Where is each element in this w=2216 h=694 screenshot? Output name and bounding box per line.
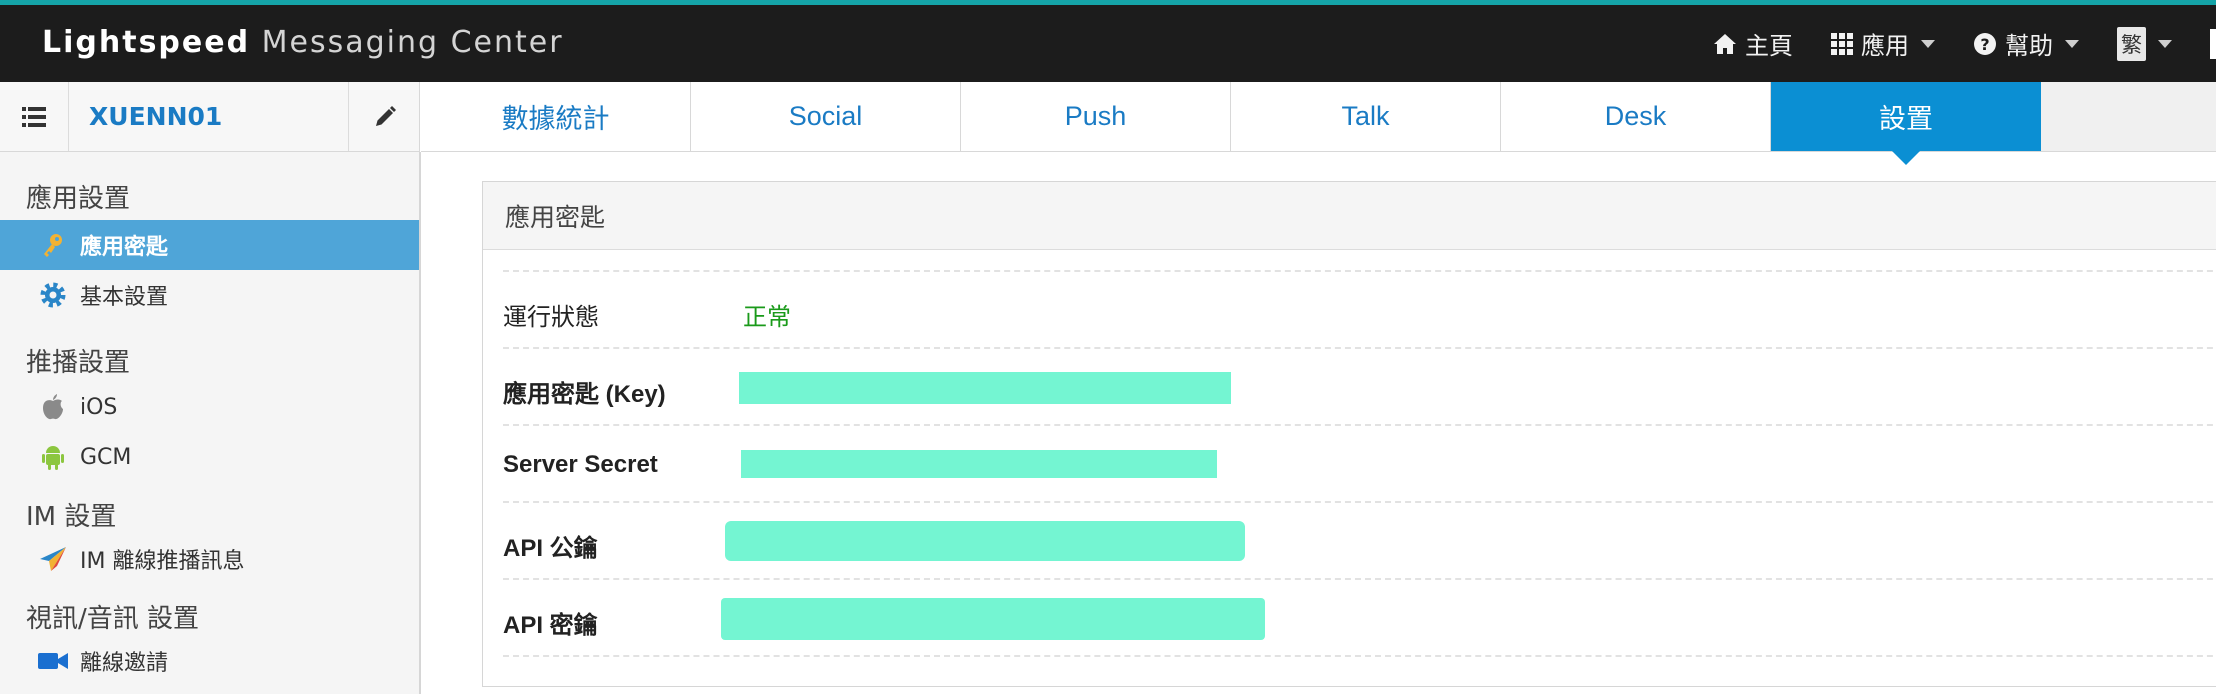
grid-icon (1831, 32, 1853, 55)
sidebar-item-gcm[interactable]: GCM (0, 432, 419, 482)
video-camera-icon (38, 646, 68, 676)
panel-title: 應用密匙 (483, 182, 2216, 250)
redaction-mask (741, 450, 1217, 478)
chevron-down-icon (2065, 39, 2079, 48)
nav-home-label: 主頁 (1745, 32, 1793, 60)
nav-language[interactable]: 繁 (2117, 26, 2172, 61)
nav-help-label: 幫助 (2005, 32, 2053, 60)
language-label: 繁 (2117, 26, 2146, 61)
row-label: API 密鑰 (503, 612, 598, 639)
detail-row-status: 運行狀態 正常 (503, 272, 2216, 349)
sidebar-item-ios[interactable]: iOS (0, 382, 419, 432)
apple-icon (38, 392, 68, 422)
edit-app-button[interactable] (348, 82, 421, 151)
app-key-panel: 應用密匙 運行狀態 正常 應用密匙 (Key) Server Secret AP… (482, 181, 2216, 687)
android-icon (38, 442, 68, 472)
app-key-details: 運行狀態 正常 應用密匙 (Key) Server Secret API 公鑰 … (503, 270, 2216, 657)
sidebar-item-label: 應用密匙 (80, 235, 169, 260)
status-value: 正常 (743, 303, 791, 331)
sidebar-item-label: GCM (80, 444, 132, 470)
top-navbar: Lightspeed Messaging Center 主頁 應用 ? 幫助 繁 (0, 0, 2216, 82)
tab-talk[interactable]: Talk (1231, 82, 1501, 151)
row-label: 運行狀態 (503, 304, 599, 331)
sidebar-item-label: iOS (80, 394, 118, 420)
top-nav-menu: 主頁 應用 ? 幫助 繁 (1713, 5, 2216, 82)
sidebar-section-video-audio-settings: 視訊/音訊 設置 (26, 604, 200, 634)
svg-text:?: ? (1980, 35, 1989, 54)
redaction-mask (739, 372, 1231, 404)
paper-plane-icon (38, 544, 68, 574)
tab-settings[interactable]: 設置 (1771, 82, 2041, 165)
question-circle-icon: ? (1974, 32, 1996, 55)
sidebar-section-push-settings: 推播設置 (26, 348, 131, 378)
main-tabs: 數據統計 Social Push Talk Desk 設置 (421, 82, 2216, 165)
tab-statistics[interactable]: 數據統計 (421, 82, 691, 151)
tab-social[interactable]: Social (691, 82, 961, 151)
chevron-down-icon (2158, 39, 2172, 48)
sidebar-item-label: 基本設置 (80, 285, 169, 310)
redaction-mask (725, 521, 1245, 561)
row-label: API 公鑰 (503, 535, 598, 562)
list-icon (22, 106, 46, 127)
nav-apps-label: 應用 (1861, 32, 1909, 60)
app-name[interactable]: XUENN01 (89, 102, 222, 131)
chevron-down-icon (1921, 39, 1935, 48)
sidebar-item-label: IM 離線推播訊息 (80, 549, 245, 574)
row-label: 應用密匙 (Key) (503, 381, 666, 408)
settings-sidebar: 應用設置 應用密匙 基本設置 推播設置 iOS GCM IM 設置 IM 離線推… (0, 152, 421, 694)
sidebar-section-app-settings: 應用設置 (26, 184, 131, 214)
pencil-icon (376, 105, 396, 126)
detail-row-server-secret: Server Secret (503, 426, 2216, 503)
detail-row-api-secret-key: API 密鑰 (503, 580, 2216, 657)
sidebar-section-im-settings: IM 設置 (26, 502, 117, 532)
tab-push[interactable]: Push (961, 82, 1231, 151)
detail-row-api-public-key: API 公鑰 (503, 503, 2216, 580)
nav-home[interactable]: 主頁 (1713, 26, 1793, 61)
redaction-mask (721, 598, 1265, 640)
sidebar-item-label: 離線邀請 (80, 651, 169, 676)
sidebar-item-basic-settings[interactable]: 基本設置 (0, 270, 419, 320)
sidebar-item-offline-invite[interactable]: 離線邀請 (0, 636, 419, 686)
tab-desk[interactable]: Desk (1501, 82, 1771, 151)
app-selector-bar: XUENN01 (0, 82, 420, 152)
key-icon (38, 230, 68, 260)
sidebar-item-app-key[interactable]: 應用密匙 (0, 220, 419, 270)
navbar-edge-marker (2210, 28, 2216, 59)
detail-row-app-key: 應用密匙 (Key) (503, 349, 2216, 426)
home-icon (1714, 33, 1736, 54)
gear-icon (38, 280, 68, 310)
nav-apps[interactable]: 應用 (1831, 26, 1935, 61)
menu-toggle-button[interactable] (0, 82, 69, 151)
row-label: Server Secret (503, 451, 658, 478)
nav-help[interactable]: ? 幫助 (1973, 26, 2079, 61)
brand-logo[interactable]: Lightspeed Messaging Center (42, 25, 564, 60)
sidebar-item-im-offline-push[interactable]: IM 離線推播訊息 (0, 534, 419, 584)
